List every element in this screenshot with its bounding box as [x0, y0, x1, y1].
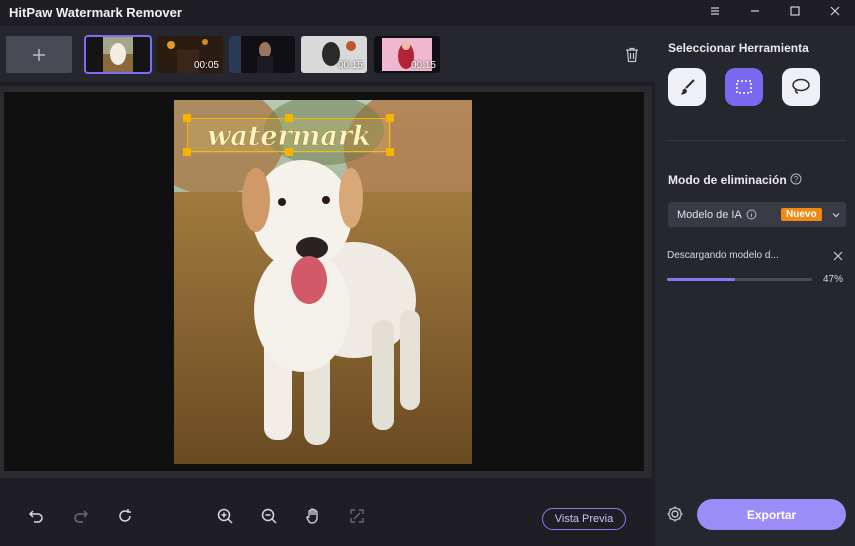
bottom-toolbar: Vista Previa — [0, 484, 655, 546]
hand-button[interactable] — [302, 505, 324, 527]
resize-handle[interactable] — [285, 148, 293, 156]
preview-button[interactable]: Vista Previa — [542, 508, 626, 530]
mode-section-title: Modo de eliminación — [668, 173, 787, 187]
window-controls — [695, 0, 855, 24]
download-progress-bar — [667, 278, 812, 281]
rectangle-select-icon — [736, 80, 752, 94]
info-icon[interactable] — [746, 209, 757, 220]
lasso-tool-button[interactable] — [782, 68, 820, 106]
new-badge: Nuevo — [781, 208, 822, 221]
delete-button[interactable] — [620, 43, 644, 67]
fit-button[interactable] — [346, 505, 368, 527]
trash-icon — [626, 47, 638, 63]
minimize-icon[interactable] — [735, 0, 775, 22]
svg-text:?: ? — [794, 175, 799, 184]
plus-icon — [33, 48, 45, 61]
menu-icon[interactable] — [695, 0, 735, 22]
divider — [668, 140, 846, 141]
redo-button[interactable] — [70, 505, 92, 527]
undo-button[interactable] — [25, 505, 47, 527]
download-percent: 47% — [823, 274, 844, 285]
thumbnail-dog[interactable] — [84, 35, 152, 74]
resize-handle[interactable] — [183, 148, 191, 156]
resize-handle[interactable] — [386, 114, 394, 122]
reset-button[interactable] — [114, 505, 136, 527]
thumbnail-video-5[interactable]: 00:15 — [374, 36, 440, 73]
thumbnail-video-4[interactable]: 00:15 — [301, 36, 367, 73]
hand-icon — [306, 508, 318, 524]
thumbnail-duration: 00:05 — [193, 60, 219, 71]
zoom-in-button[interactable] — [214, 505, 236, 527]
resize-handle[interactable] — [386, 148, 394, 156]
add-media-button[interactable] — [6, 36, 72, 73]
close-icon[interactable] — [815, 0, 855, 22]
mode-select-value: Modelo de IA — [677, 208, 742, 221]
settings-button[interactable] — [665, 504, 685, 524]
redo-icon — [74, 510, 89, 523]
removal-mode-dropdown[interactable]: Modelo de IA Nuevo — [668, 202, 846, 227]
close-icon[interactable] — [832, 250, 844, 262]
undo-icon — [28, 510, 43, 523]
brush-icon — [680, 79, 695, 95]
zoom-out-icon — [261, 508, 277, 524]
photo-dog[interactable] — [174, 100, 472, 464]
resize-handle[interactable] — [285, 114, 293, 122]
thumbnail-duration: 00:15 — [337, 60, 363, 71]
reset-icon — [119, 509, 131, 522]
app-title: HitPaw Watermark Remover — [9, 4, 182, 20]
chevron-down-icon — [832, 213, 840, 218]
resize-handle[interactable] — [183, 114, 191, 122]
rectangle-tool-button[interactable] — [725, 68, 763, 106]
download-status: Descargando modelo d... — [667, 250, 779, 261]
maximize-icon[interactable] — [775, 0, 815, 22]
zoom-in-icon — [217, 508, 233, 524]
brush-tool-button[interactable] — [668, 68, 706, 106]
help-icon[interactable]: ? — [790, 173, 802, 185]
media-strip: 00:05 00:15 00:15 — [0, 26, 655, 82]
watermark-selection-box[interactable]: watermark — [183, 114, 394, 156]
gear-icon — [667, 506, 683, 522]
right-panel: Seleccionar Herramienta Modo de eliminac… — [655, 26, 855, 546]
fit-icon — [350, 509, 364, 523]
thumbnail-video-2[interactable]: 00:05 — [157, 36, 223, 73]
export-button[interactable]: Exportar — [697, 499, 846, 530]
lasso-icon — [792, 78, 810, 94]
thumbnail-duration: 00:15 — [410, 60, 436, 71]
progress-fill — [667, 278, 736, 281]
title-bar: HitPaw Watermark Remover — [0, 0, 855, 24]
thumbnail-video-3[interactable] — [229, 36, 295, 73]
tool-section-title: Seleccionar Herramienta — [668, 41, 809, 55]
zoom-out-button[interactable] — [258, 505, 280, 527]
